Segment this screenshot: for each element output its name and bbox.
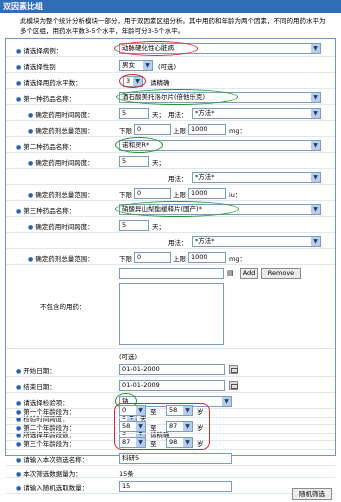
filter-count-value: 15条 bbox=[119, 470, 134, 478]
row-drug1-time: ● 确定药用时间跨度： 5 天； 用法： *方法* ▼ bbox=[6, 105, 335, 121]
random-count-input[interactable]: 15 bbox=[119, 481, 232, 492]
row-drug3: ● 第三种药品名称： 硝酸异山梨酯缓释片(国产)* ▼ bbox=[6, 201, 335, 217]
row-drug3-dose: ● 确定药剂总量范围： 下限 0 上限 1000 mg： bbox=[6, 249, 335, 265]
add-button[interactable]: Add bbox=[240, 268, 258, 279]
form-panel: ● 请选择病例： 动脉硬化性心脏病 ▼ ● 请选择性别 男女 ▼ (可选) ● 请选择用药… bbox=[5, 38, 336, 456]
row-drug2-time: ● 确定药用时间跨度： 5 天； bbox=[6, 153, 335, 169]
chevron-down-icon: ▼ bbox=[311, 109, 320, 118]
chevron-down-icon: ▼ bbox=[311, 205, 320, 214]
disease-label: 请选择病例： bbox=[23, 47, 63, 55]
gender-select[interactable]: 男女 ▼ bbox=[119, 60, 153, 71]
bullet-icon: ● bbox=[16, 368, 22, 375]
chevron-down-icon: ▼ bbox=[143, 61, 152, 70]
bullet-icon: ● bbox=[28, 128, 34, 135]
row-drug2-dose: ● 确定药剂总量范围： 下限 0 上限 1000 iu： bbox=[6, 185, 335, 201]
row-start-date: ● 开始日期： 01-01-2000 bbox=[6, 361, 335, 377]
excluded-label: 不包含的用药： bbox=[40, 303, 86, 311]
chevron-down-icon: ▼ bbox=[311, 237, 320, 246]
drug2-time-input[interactable]: 5 bbox=[119, 156, 149, 167]
filter-name-input[interactable]: 科研5 bbox=[119, 453, 232, 464]
row-drug2-usage: 用法： *方法* ▼ bbox=[6, 169, 335, 185]
row-drug1: ● 第一种药品名称： 酒石酸美托洛尔片(倍他乐克) ▼ bbox=[6, 89, 335, 105]
row-drug3-usage: 用法： *方法* ▼ bbox=[6, 233, 335, 249]
bullet-icon: ● bbox=[16, 96, 22, 103]
row-filter-count: ● 本次筛选数据量为： 15条 bbox=[6, 466, 335, 478]
intro-text: 此模块为整个统计分析模块一部分，用于双因素区组分析。其中用药和年龄为两个因素，不… bbox=[20, 17, 326, 35]
drug3-lower-input[interactable]: 0 bbox=[134, 252, 171, 263]
row-gender: ● 请选择性别 男女 ▼ (可选) bbox=[6, 57, 335, 73]
row-drug1-dose: ● 确定药剂总量范围： 下限 0 上限 1000 mg： bbox=[6, 121, 335, 137]
bullet-icon: ● bbox=[16, 48, 22, 55]
bullet-icon: ● bbox=[28, 192, 34, 199]
drug3-time-input[interactable]: 5 bbox=[119, 220, 149, 231]
start-date-input[interactable]: 01-01-2000 bbox=[119, 364, 225, 375]
bullet-icon: ● bbox=[16, 441, 22, 448]
random-filter-button[interactable]: 随机筛选 bbox=[292, 488, 332, 500]
bullet-icon: ● bbox=[16, 144, 22, 151]
highlight-oval bbox=[115, 137, 163, 153]
row-level-count: ● 请选择用药水平数： 3 ▼ 请精确 bbox=[6, 73, 335, 89]
drug1-lower-input[interactable]: 0 bbox=[134, 124, 171, 135]
bullet-icon: ● bbox=[16, 425, 22, 432]
chevron-down-icon: ▼ bbox=[311, 44, 320, 53]
list-icon[interactable]: ▤ bbox=[227, 269, 234, 277]
bullet-icon: ● bbox=[16, 485, 22, 492]
row-filter-name: ● 请输入本次筛选名称： 科研5 bbox=[6, 450, 335, 466]
highlight-box bbox=[114, 403, 210, 450]
bullet-icon: ● bbox=[16, 208, 22, 215]
calendar-icon[interactable] bbox=[229, 365, 238, 374]
highlight-oval bbox=[116, 89, 238, 105]
row-disease: ● 请选择病例： 动脉硬化性心脏病 ▼ bbox=[6, 41, 335, 57]
row-excluded-note: (可选) bbox=[119, 353, 138, 361]
remove-button[interactable]: Remove bbox=[261, 268, 301, 279]
bullet-icon: ● bbox=[16, 384, 22, 391]
chevron-down-icon: ▼ bbox=[311, 141, 320, 150]
drug3-upper-input[interactable]: 1000 bbox=[188, 252, 226, 263]
drug1-usage-select[interactable]: *方法* ▼ bbox=[192, 108, 321, 119]
bullet-icon: ● bbox=[16, 64, 22, 71]
row-drug3-time: ● 确定药用时间跨度： 5 天； bbox=[6, 217, 335, 233]
page-title: 双因素比组 bbox=[0, 0, 341, 13]
excluded-drug-list[interactable] bbox=[119, 283, 224, 345]
bullet-icon: ● bbox=[28, 224, 34, 231]
bullet-icon: ● bbox=[28, 256, 34, 263]
lower-form: ● 第一个年龄段为： 0 ▼ 至 58 ▼ 岁 ● 第二个年龄段为： 58 ▼ 至 87 ▼… bbox=[6, 402, 335, 502]
row-random-count: ● 请输入随机选取数量： 15 bbox=[6, 478, 335, 494]
calendar-icon[interactable] bbox=[229, 381, 238, 390]
chevron-down-icon: ▼ bbox=[311, 173, 320, 182]
bullet-icon: ● bbox=[16, 80, 22, 87]
chevron-down-icon: ▼ bbox=[311, 93, 320, 102]
drug1-upper-input[interactable]: 1000 bbox=[188, 124, 226, 135]
row-end-date: ● 结束日期： 01-01-2009 bbox=[6, 377, 335, 393]
highlight-oval bbox=[115, 201, 239, 217]
excluded-drug-input[interactable] bbox=[119, 268, 224, 279]
end-date-input[interactable]: 01-01-2009 bbox=[119, 380, 225, 391]
bullet-icon: ● bbox=[28, 112, 34, 119]
bullet-icon: ● bbox=[28, 160, 34, 167]
bullet-icon: ● bbox=[16, 409, 22, 416]
drug2-upper-input[interactable]: 1000 bbox=[188, 188, 226, 199]
drug1-time-input[interactable]: 5 bbox=[119, 108, 149, 119]
highlight-oval bbox=[119, 74, 146, 88]
drug3-usage-select[interactable]: *方法* ▼ bbox=[192, 236, 321, 247]
row-drug2: ● 第二种药品名称： 诺和灵R* ▼ bbox=[6, 137, 335, 153]
bullet-icon: ● bbox=[16, 471, 22, 478]
drug2-lower-input[interactable]: 0 bbox=[134, 188, 171, 199]
drug2-usage-select[interactable]: *方法* ▼ bbox=[192, 172, 321, 183]
highlight-oval bbox=[114, 41, 198, 56]
bullet-icon: ● bbox=[16, 457, 22, 464]
row-excluded: ▤ Add Remove 不包含的用药： bbox=[6, 265, 335, 349]
